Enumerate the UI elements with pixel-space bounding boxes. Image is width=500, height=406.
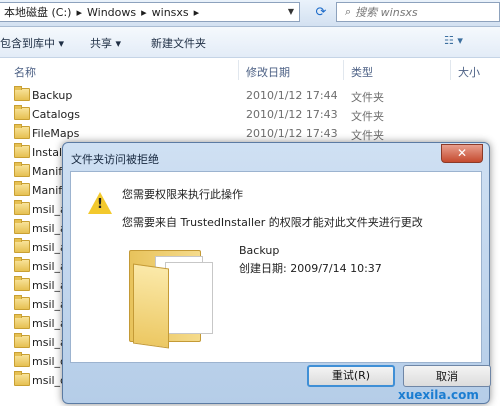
folder-icon: [14, 257, 30, 272]
column-name[interactable]: 名称: [14, 64, 36, 80]
folder-icon: [14, 238, 30, 253]
cancel-button[interactable]: 取消: [403, 365, 491, 387]
file-date: 2010/1/12 17:43: [246, 127, 338, 140]
folder-icon: [14, 86, 30, 101]
file-date: 2010/1/12 17:44: [246, 89, 338, 102]
folder-icon: [14, 162, 30, 177]
search-input[interactable]: ⌕ 搜索 winsxs: [336, 2, 500, 22]
file-type: 文件夹: [351, 129, 384, 142]
folder-icon: [14, 371, 30, 386]
new-folder-button[interactable]: 新建文件夹: [151, 35, 206, 51]
file-row[interactable]: FileMaps 2010/1/12 17:43 文件夹: [0, 124, 500, 143]
warning-exclamation-icon: !: [97, 197, 103, 212]
folder-icon: [129, 242, 213, 349]
column-type[interactable]: 类型: [351, 64, 373, 80]
folder-name: Backup: [239, 244, 280, 257]
close-icon: ✕: [456, 146, 468, 160]
file-name: Backup: [32, 89, 73, 102]
file-name: Manif: [32, 184, 63, 197]
folder-icon: [14, 276, 30, 291]
dialog-title: 文件夹访问被拒绝: [71, 153, 159, 166]
file-name: Catalogs: [32, 108, 80, 121]
folder-icon: [14, 314, 30, 329]
folder-icon: [14, 352, 30, 367]
folder-icon: [14, 181, 30, 196]
share-button[interactable]: 共享 ▾: [90, 35, 121, 51]
address-dropdown-icon[interactable]: ▼: [284, 2, 298, 22]
command-bar: 包含到库中 ▾ 共享 ▾ 新建文件夹 ☷ ▾: [0, 27, 500, 58]
file-name: FileMaps: [32, 127, 80, 140]
search-icon: ⌕: [345, 5, 352, 18]
column-modified[interactable]: 修改日期: [246, 64, 290, 80]
access-denied-dialog: 文件夹访问被拒绝 ✕ ! 您需要权限来执行此操作 您需要来自 TrustedIn…: [62, 142, 491, 404]
address-segment-winsxs[interactable]: winsxs: [152, 6, 189, 19]
file-row[interactable]: Catalogs 2010/1/12 17:43 文件夹: [0, 105, 500, 124]
folder-icon: [14, 124, 30, 139]
folder-icon: [14, 295, 30, 310]
address-segment-windows[interactable]: Windows: [87, 6, 136, 19]
folder-icon: [14, 219, 30, 234]
view-options-button[interactable]: ☷ ▾: [444, 34, 463, 47]
file-name: Manif: [32, 165, 63, 178]
address-segment-drive[interactable]: 本地磁盘 (C:): [4, 4, 71, 20]
dialog-body: ! 您需要权限来执行此操作 您需要来自 TrustedInstaller 的权限…: [70, 171, 482, 363]
address-separator[interactable]: ▸: [194, 6, 200, 19]
column-divider[interactable]: [450, 60, 451, 80]
file-type: 文件夹: [351, 110, 384, 123]
folder-icon: [14, 105, 30, 120]
column-divider[interactable]: [343, 60, 344, 80]
dialog-message-primary: 您需要权限来执行此操作: [122, 188, 243, 201]
dialog-message-secondary: 您需要来自 TrustedInstaller 的权限才能对此文件夹进行更改: [122, 216, 423, 229]
file-date: 2010/1/12 17:43: [246, 108, 338, 121]
folder-front-shape: [133, 263, 169, 349]
folder-created-date: 创建日期: 2009/7/14 10:37: [239, 262, 382, 275]
folder-paper-shape: [165, 262, 213, 334]
search-placeholder: 搜索 winsxs: [355, 6, 418, 19]
column-divider[interactable]: [238, 60, 239, 80]
file-name: msil_c: [32, 374, 67, 387]
address-separator[interactable]: ▸: [141, 6, 147, 19]
close-button[interactable]: ✕: [441, 144, 483, 163]
refresh-icon[interactable]: ⟳: [310, 4, 332, 22]
column-headers: 名称 修改日期 类型 大小: [0, 58, 500, 82]
folder-icon: [14, 143, 30, 158]
folder-icon: [14, 200, 30, 215]
include-in-library-button[interactable]: 包含到库中 ▾: [0, 35, 64, 51]
folder-icon: [14, 333, 30, 348]
file-name: Instal: [32, 146, 63, 159]
watermark: xuexila.com: [398, 388, 479, 402]
file-row[interactable]: Backup 2010/1/12 17:44 文件夹: [0, 86, 500, 105]
retry-button[interactable]: 重试(R): [307, 365, 395, 387]
file-type: 文件夹: [351, 91, 384, 104]
column-size[interactable]: 大小: [458, 64, 480, 80]
address-bar: 本地磁盘 (C:) ▸ Windows ▸ winsxs ▸ ▼ ⟳ ⌕ 搜索 …: [0, 0, 500, 27]
file-name: msil_c: [32, 355, 67, 368]
address-separator[interactable]: ▸: [76, 6, 82, 19]
address-box[interactable]: 本地磁盘 (C:) ▸ Windows ▸ winsxs ▸: [0, 2, 300, 22]
